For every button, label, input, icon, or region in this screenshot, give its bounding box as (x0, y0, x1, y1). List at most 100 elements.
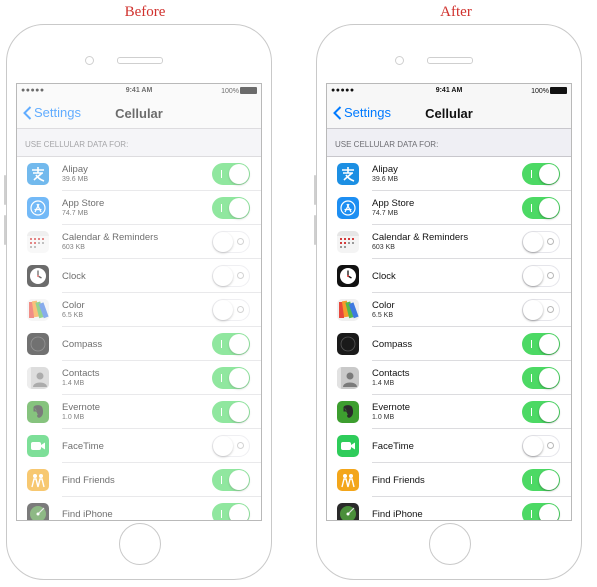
app-data-size: 39.6 MB (62, 176, 89, 183)
app-row-find-friends: Find Friends (327, 463, 571, 497)
app-row-evernote: Evernote 1.0 MB (327, 395, 571, 429)
app-row-alipay: Alipay 39.6 MB (17, 157, 261, 191)
cellular-toggle-clock[interactable] (522, 265, 560, 287)
volume-button (314, 215, 316, 245)
app-name: Calendar & Reminders (372, 232, 469, 243)
evernote-icon (27, 401, 49, 423)
cellular-toggle-compass[interactable] (522, 333, 560, 355)
app-text: Evernote 1.0 MB (372, 402, 410, 422)
app-data-size: 6.5 KB (62, 312, 84, 319)
page-title: Cellular (115, 106, 163, 121)
toggle-off-mark (237, 272, 244, 279)
app-name: FaceTime (62, 441, 104, 452)
cellular-toggle-app-store[interactable] (522, 197, 560, 219)
app-text: Alipay 39.6 MB (372, 164, 398, 184)
app-text: Contacts 1.4 MB (372, 368, 410, 388)
cellular-toggle-facetime[interactable] (522, 435, 560, 457)
find-iphone-icon (337, 503, 359, 520)
cellular-toggle-facetime[interactable] (212, 435, 250, 457)
cellular-toggle-alipay[interactable] (212, 163, 250, 185)
toggle-knob (539, 504, 559, 520)
toggle-on-mark (221, 204, 222, 212)
app-name: Compass (62, 339, 103, 350)
app-row-app-store: App Store 74.7 MB (17, 191, 261, 225)
cellular-toggle-contacts[interactable] (522, 367, 560, 389)
toggle-knob (229, 470, 249, 490)
toggle-knob (539, 334, 559, 354)
toggle-knob (229, 334, 249, 354)
speaker-grille (427, 57, 473, 64)
toggle-knob (539, 402, 559, 422)
app-row-app-store: App Store 74.7 MB (327, 191, 571, 225)
app-data-size: 74.7 MB (62, 210, 89, 217)
app-name: Color (372, 300, 395, 311)
before-phone: ●●●●● 9:41 AM 100% Settings Cellular USE… (4, 24, 272, 580)
cellular-toggle-contacts[interactable] (212, 367, 250, 389)
home-button[interactable] (429, 523, 471, 565)
app-name: Find Friends (372, 475, 425, 486)
status-bar: ●●●●● 9:41 AM 100% (17, 84, 261, 98)
cellular-toggle-color[interactable] (522, 299, 560, 321)
cellular-toggle-calendar-and-reminders[interactable] (212, 231, 250, 253)
home-button[interactable] (119, 523, 161, 565)
status-bar: ●●●●● 9:41 AM 100% (327, 84, 571, 98)
cellular-toggle-calendar-and-reminders[interactable] (522, 231, 560, 253)
toggle-off-mark (547, 272, 554, 279)
volume-button (314, 175, 316, 205)
app-text: Compass (372, 339, 412, 350)
find-friends-icon (337, 469, 359, 491)
app-text: Color 6.5 KB (62, 300, 85, 320)
app-text: Color 6.5 KB (372, 300, 395, 320)
app-row-contacts: Contacts 1.4 MB (17, 361, 261, 395)
camera-icon (395, 56, 404, 65)
app-text: App Store 74.7 MB (62, 198, 104, 218)
cellular-toggle-find-friends[interactable] (522, 469, 560, 491)
battery-indicator: 100% (531, 87, 567, 95)
app-name: Compass (372, 339, 413, 350)
toggle-knob (212, 435, 233, 456)
camera-icon (85, 56, 94, 65)
facetime-icon (27, 435, 49, 457)
app-name: Clock (62, 271, 86, 282)
before-screen: ●●●●● 9:41 AM 100% Settings Cellular USE… (16, 83, 262, 521)
color-icon (337, 299, 359, 321)
cellular-toggle-find-friends[interactable] (212, 469, 250, 491)
cellular-toggle-app-store[interactable] (212, 197, 250, 219)
toggle-on-mark (531, 170, 532, 178)
cellular-toggle-alipay[interactable] (522, 163, 560, 185)
app-text: Clock (62, 271, 86, 282)
app-list: Alipay 39.6 MB App Store 74.7 MB Calendar & … (327, 156, 571, 520)
section-header: USE CELLULAR DATA FOR: (25, 140, 129, 149)
toggle-off-mark (237, 238, 244, 245)
app-text: Find iPhone (372, 509, 423, 520)
app-row-color: Color 6.5 KB (17, 293, 261, 327)
after-caption: After (440, 4, 472, 20)
nav-bar: Settings Cellular (17, 98, 261, 129)
cellular-toggle-evernote[interactable] (212, 401, 250, 423)
cellular-toggle-find-iphone[interactable] (212, 503, 250, 520)
app-name: Find iPhone (62, 509, 113, 520)
battery-icon (550, 87, 567, 94)
cellular-toggle-find-iphone[interactable] (522, 503, 560, 520)
app-row-clock: Clock (327, 259, 571, 293)
cellular-toggle-evernote[interactable] (522, 401, 560, 423)
toggle-knob (522, 231, 543, 252)
toggle-knob (212, 231, 233, 252)
toggle-on-mark (221, 510, 222, 518)
toggle-knob (522, 435, 543, 456)
after-screen: ●●●●● 9:41 AM 100% Settings Cellular USE… (326, 83, 572, 521)
toggle-off-mark (237, 442, 244, 449)
cellular-toggle-color[interactable] (212, 299, 250, 321)
app-data-size: 6.5 KB (372, 312, 394, 319)
app-name: App Store (62, 198, 105, 209)
toggle-knob (229, 368, 249, 388)
cellular-toggle-clock[interactable] (212, 265, 250, 287)
app-data-size: 603 KB (62, 244, 85, 251)
cellular-toggle-compass[interactable] (212, 333, 250, 355)
contacts-icon (27, 367, 49, 389)
app-row-color: Color 6.5 KB (327, 293, 571, 327)
app-row-compass: Compass (17, 327, 261, 361)
color-icon (27, 299, 49, 321)
find-friends-icon (27, 469, 49, 491)
section-header: USE CELLULAR DATA FOR: (335, 140, 439, 149)
